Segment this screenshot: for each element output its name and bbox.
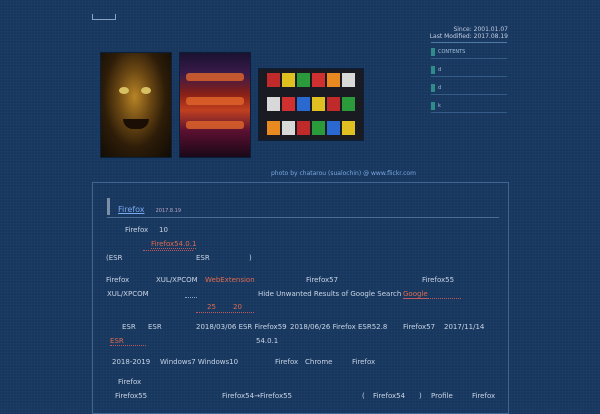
post-text: 2017/11/14: [444, 323, 485, 331]
post-date: 2017.8.19: [155, 208, 182, 214]
post-text: Firefox54→Firefox55: [222, 392, 293, 400]
since-date: Since: 2001.01.07: [453, 26, 508, 33]
bottle-row: [267, 97, 355, 111]
post-text: XUL/XPCOM: [107, 290, 149, 298]
post-text: ESR: [122, 323, 136, 331]
post-text: Hide Unwanted Results of Google Search: [258, 290, 402, 298]
lantern-band: [186, 73, 244, 81]
last-modified-date: Last Modified: 2017.08.19: [429, 33, 508, 40]
post-text: Firefox57: [403, 323, 436, 331]
sidebar-item-2[interactable]: d: [431, 66, 507, 77]
bottle-row: [267, 121, 355, 135]
post-text: Firefox: [352, 358, 376, 366]
post-text: XUL/XPCOM: [156, 276, 198, 284]
post-text: Windows7 Windows10: [160, 358, 239, 366]
post-text: Profile: [431, 392, 453, 400]
sidebar-item-contents[interactable]: CONTENTS: [431, 48, 507, 59]
sidebar-item-label: CONTENTS: [438, 49, 466, 55]
post-text: Firefox55: [422, 276, 455, 284]
post-text: Firefox57: [306, 276, 339, 284]
post-header: Firefox 2017.8.19: [107, 198, 508, 215]
post-text: 10: [159, 226, 168, 234]
sidebar-item-label: d: [438, 85, 442, 91]
post-text: (ESR: [106, 254, 123, 262]
statue-eye: [119, 87, 129, 94]
post-text: 25: [207, 303, 216, 311]
post-text: Firefox55: [115, 392, 148, 400]
post-text: 20: [233, 303, 242, 311]
photo-credit-link[interactable]: photo by chatarou (sualochin) @ www.flic…: [271, 170, 416, 177]
vending-machine-photo: [259, 69, 363, 140]
red-lantern-photo: [180, 53, 250, 157]
lantern-band: [186, 97, 244, 105]
post-text: Firefox: [106, 276, 130, 284]
post-text: Firefox: [472, 392, 496, 400]
post-text: Chrome: [305, 358, 333, 366]
statue-face-photo: [101, 53, 171, 157]
sidebar-item-4[interactable]: k: [431, 102, 507, 113]
header-divider: [431, 42, 507, 43]
link-underline: [196, 312, 254, 313]
link-underline: [403, 298, 461, 299]
post-text: Firefox: [118, 378, 142, 386]
bottle-row: [267, 73, 355, 87]
sidebar-nav: CONTENTS d d k: [431, 48, 507, 113]
post-text: ESR: [148, 323, 162, 331]
post-text: Firefox54: [373, 392, 406, 400]
statue-mouth: [123, 119, 149, 129]
post-link[interactable]: Firefox54.0.1: [151, 240, 197, 249]
post-text: 54.0.1: [256, 337, 279, 345]
sidebar-item-label: k: [438, 103, 441, 109]
link-underline: [110, 345, 146, 346]
post-text: 2018/03/06 ESR Firefox59: [196, 323, 287, 331]
post-text: ): [419, 392, 422, 400]
lantern-band: [186, 121, 244, 129]
link-underline: [185, 297, 197, 298]
post-text: ESR: [196, 254, 210, 262]
site-logo-bracket[interactable]: [92, 14, 116, 20]
post-text: (: [362, 392, 365, 400]
link-underline: [143, 250, 193, 251]
statue-eye: [141, 87, 151, 94]
sidebar-item-label: d: [438, 67, 442, 73]
post-text: 2018-2019: [112, 358, 151, 366]
post-text: Firefox: [125, 226, 149, 234]
post-link[interactable]: WebExtension: [205, 276, 255, 284]
sidebar-item-3[interactable]: d: [431, 84, 507, 95]
post-text: ): [249, 254, 252, 262]
site-meta: Since: 2001.01.07 Last Modified: 2017.08…: [430, 26, 508, 40]
post-divider: [107, 217, 499, 218]
post-text: Firefox: [275, 358, 299, 366]
post-text: 2018/06/26 Firefox ESR52.8: [290, 323, 388, 331]
post-title-link[interactable]: Firefox: [118, 205, 144, 214]
